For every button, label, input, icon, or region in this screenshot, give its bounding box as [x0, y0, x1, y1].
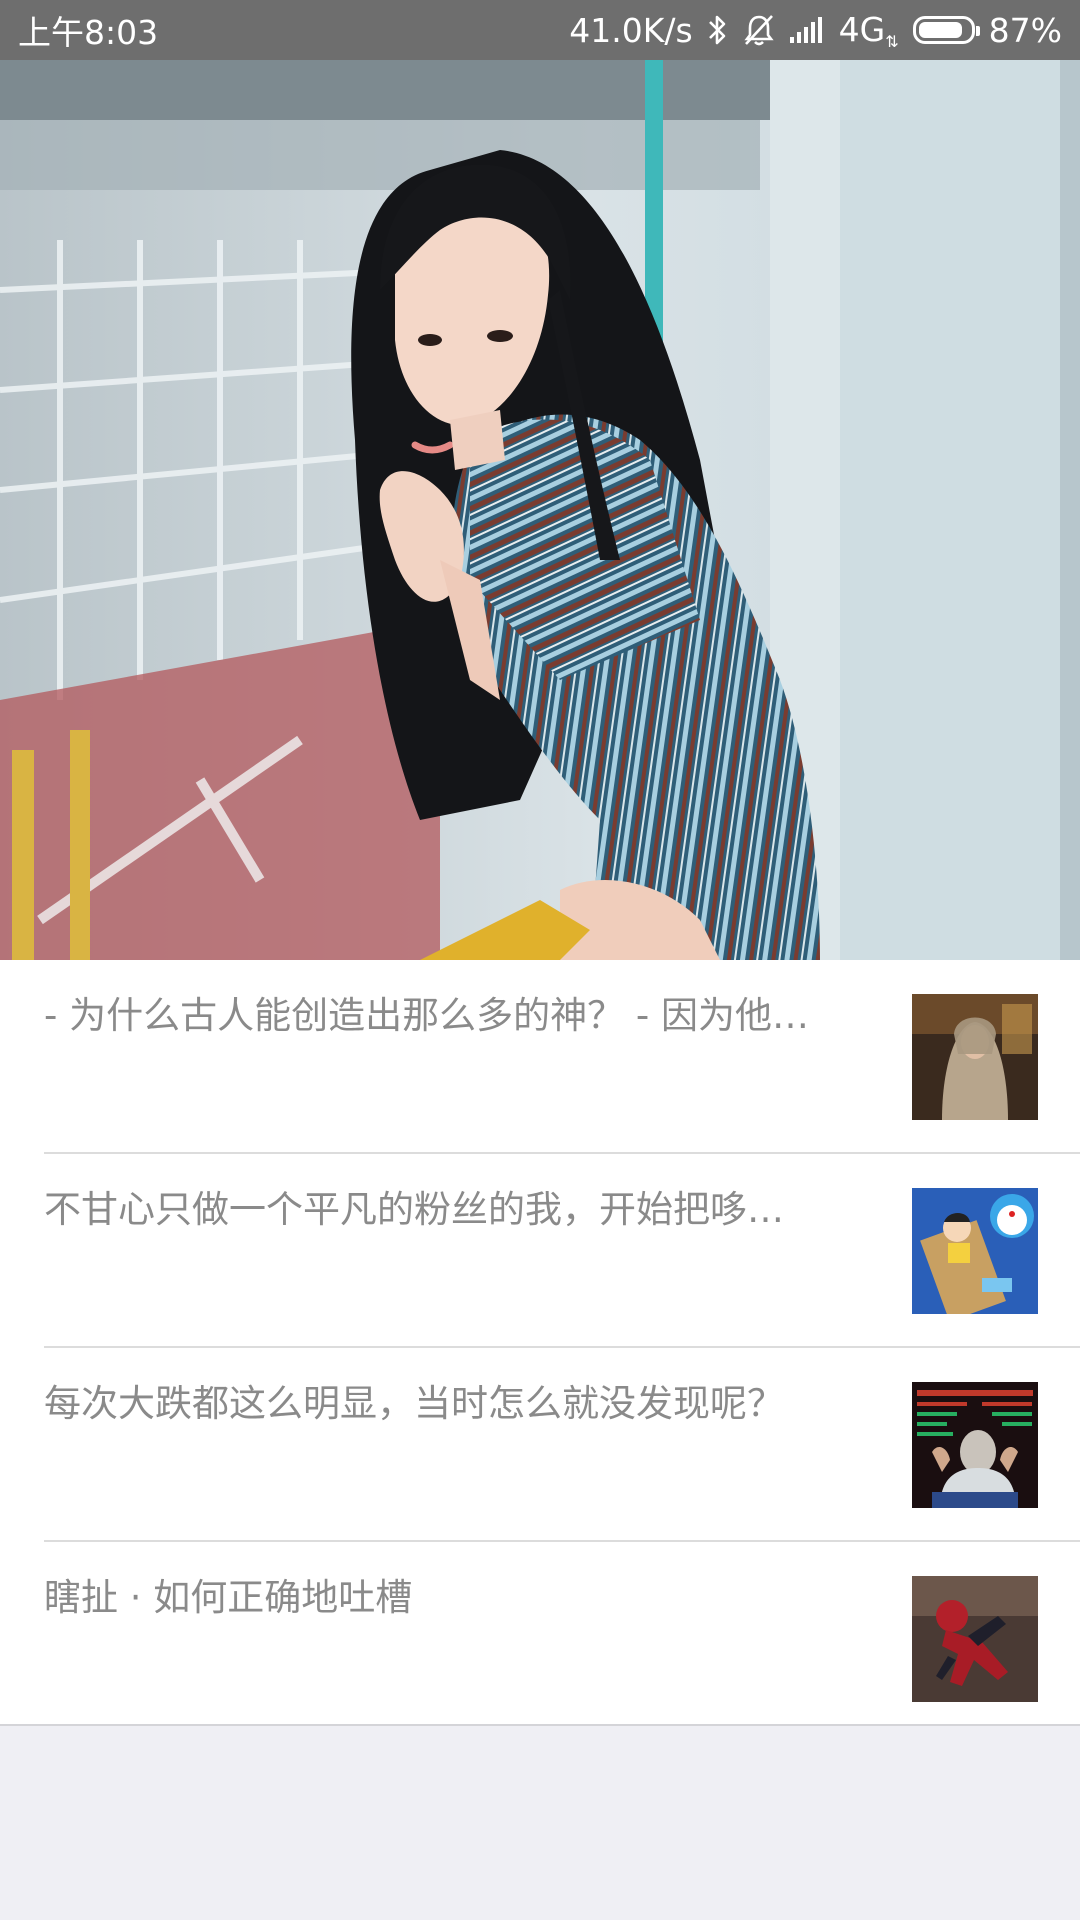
article-list: - 为什么古人能创造出那么多的神？ - 因为他… 不甘心只做一个平凡的粉丝的我，… — [0, 960, 1080, 1726]
signal-icon — [789, 15, 825, 45]
spiderman-figure-photo — [912, 1576, 1038, 1702]
status-indicators: 41.0K/s 4G⇅ 87% — [569, 10, 1062, 51]
article-thumbnail — [912, 1576, 1038, 1702]
list-item[interactable]: 每次大跌都这么明显，当时怎么就没发现呢？ — [44, 1348, 1080, 1542]
doraemon-cartoon-image — [912, 1188, 1038, 1314]
article-title: - 为什么古人能创造出那么多的神？ - 因为他… — [44, 994, 809, 1037]
bluetooth-icon — [707, 13, 729, 47]
network-type: 4G⇅ — [838, 9, 899, 51]
network-speed: 41.0K/s — [569, 10, 693, 50]
list-item[interactable]: - 为什么古人能创造出那么多的神？ - 因为他… — [44, 960, 1080, 1154]
article-title: 不甘心只做一个平凡的粉丝的我，开始把哆… — [44, 1188, 784, 1231]
status-time: 上午8:03 — [18, 13, 159, 52]
list-item[interactable]: 不甘心只做一个平凡的粉丝的我，开始把哆… — [44, 1154, 1080, 1348]
stock-trader-screens-photo — [912, 1382, 1038, 1508]
article-title: 每次大跌都这么明显，当时怎么就没发现呢？ — [44, 1382, 784, 1425]
article-title: 瞎扯 · 如何正确地吐槽 — [44, 1576, 413, 1619]
battery-level-fill — [918, 22, 963, 38]
hero-image[interactable] — [0, 60, 1080, 960]
status-bar: 上午8:03 41.0K/s 4G⇅ 87% — [0, 0, 1080, 60]
article-thumbnail — [912, 994, 1038, 1120]
article-thumbnail — [912, 1188, 1038, 1314]
battery-icon — [912, 16, 980, 44]
list-item[interactable]: 瞎扯 · 如何正确地吐槽 — [44, 1542, 1080, 1734]
woman-in-shawl-photo — [912, 994, 1038, 1120]
battery-percent: 87% — [988, 10, 1062, 50]
article-thumbnail — [912, 1382, 1038, 1508]
bell-muted-icon — [743, 13, 775, 47]
woman-in-striped-shirt-photo — [0, 60, 1080, 960]
